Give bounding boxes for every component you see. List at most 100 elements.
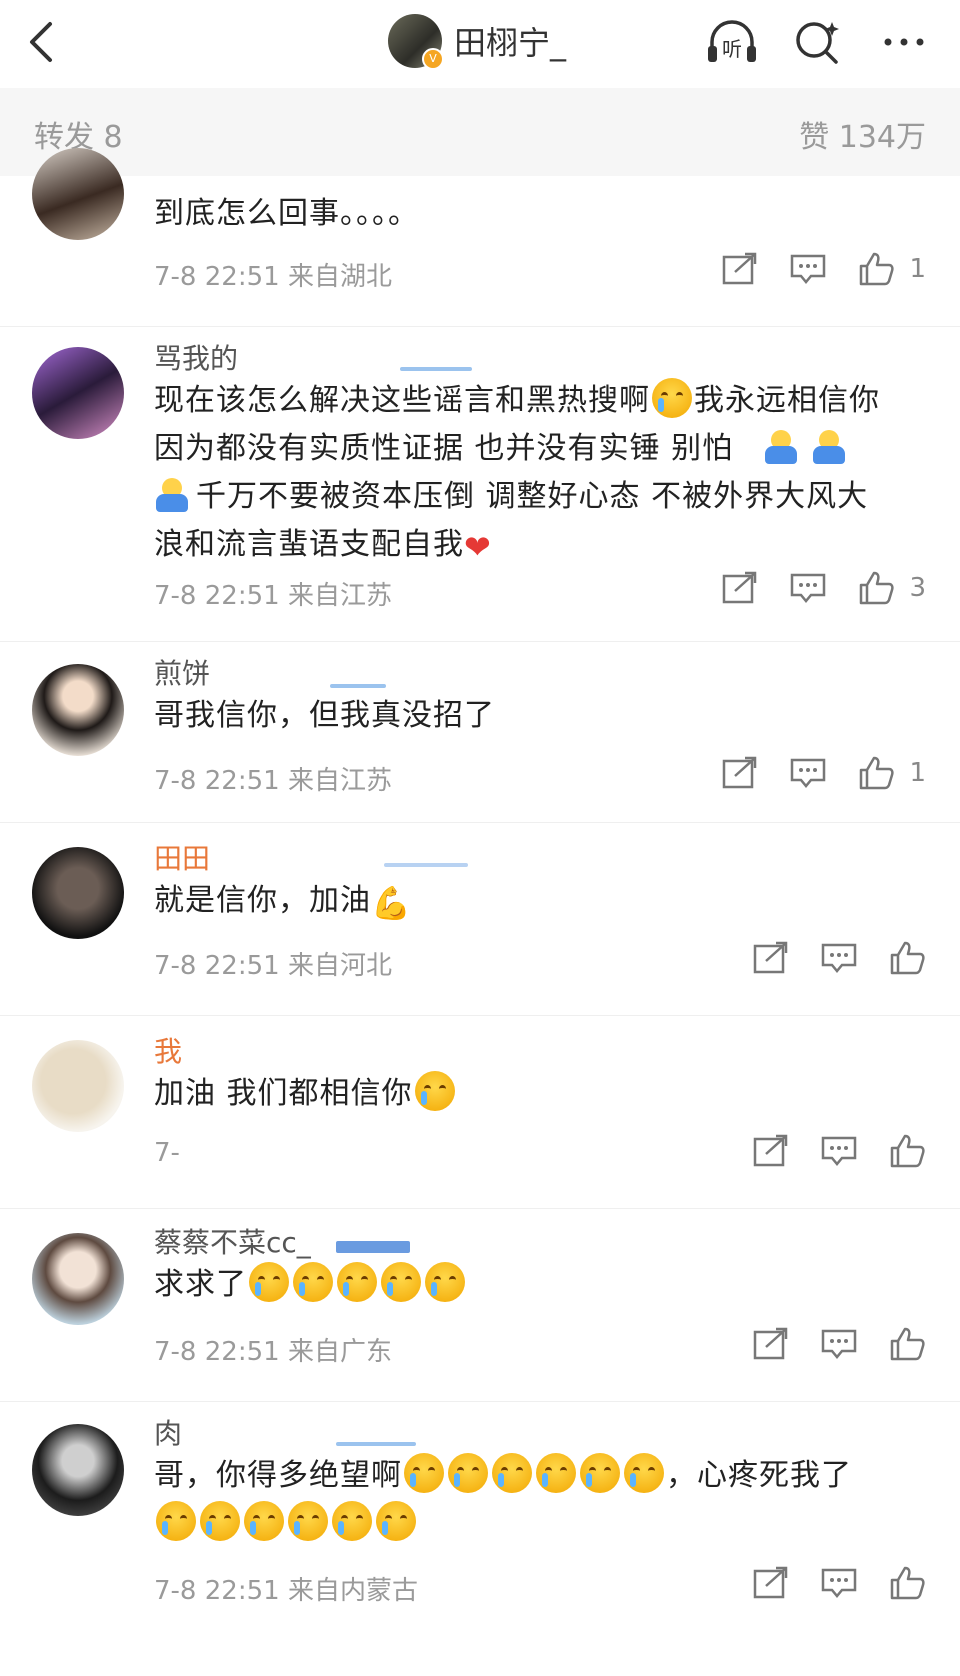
avatar[interactable] — [32, 347, 124, 439]
comment-text-part: 加油 我们都相信你 — [154, 1076, 413, 1111]
avatar[interactable] — [32, 148, 124, 240]
list-item: 肉 哥，你得多绝望啊 ，心疼死我了 7-8 22:51 来自内蒙古 — [0, 1402, 960, 1642]
comment-text-part: 求求了 — [154, 1267, 247, 1302]
crying-emoji-icon — [337, 1262, 377, 1302]
share-icon[interactable] — [721, 756, 759, 790]
reply-icon[interactable] — [789, 571, 827, 605]
list-item: 到底怎么回事。。。。 7-8 22:51 来自湖北 1 — [0, 148, 960, 327]
crying-emoji-icon — [624, 1453, 664, 1493]
share-icon[interactable] — [721, 252, 759, 286]
search-icon[interactable] — [790, 16, 846, 68]
reply-icon[interactable] — [820, 1134, 858, 1168]
comment-text-part: ，心疼死我了 — [666, 1458, 852, 1493]
stats-bar: 转发 8 赞 134万 — [0, 88, 960, 176]
avatar[interactable] — [32, 664, 124, 756]
comment-username[interactable]: 肉 — [154, 1416, 928, 1452]
like-icon[interactable] — [888, 1566, 926, 1600]
header-user[interactable]: V 田栩宁_ — [388, 14, 566, 70]
comment-location: 来自江苏 — [287, 581, 392, 611]
list-item: 煎饼 哥我信你，但我真没招了 7-8 22:51 来自江苏 1 — [0, 642, 960, 823]
like-icon[interactable] — [888, 1134, 926, 1168]
share-icon[interactable] — [752, 1566, 790, 1600]
reply-icon[interactable] — [820, 1566, 858, 1600]
crying-emoji-icon — [332, 1501, 372, 1541]
comment-text: 哥我信你，但我真没招了 — [154, 698, 495, 733]
crying-emoji-icon — [580, 1453, 620, 1493]
chevron-left-icon[interactable] — [22, 18, 62, 66]
comment-location: 来自广东 — [287, 1337, 392, 1367]
share-icon[interactable] — [752, 1134, 790, 1168]
comment-list: 到底怎么回事。。。。 7-8 22:51 来自湖北 1 骂我的 现在该怎么解决这… — [0, 148, 960, 1642]
reply-icon[interactable] — [820, 1327, 858, 1361]
avatar[interactable] — [32, 1040, 124, 1132]
comment-username[interactable]: 煎饼 — [154, 656, 928, 692]
like-count: 3 — [909, 573, 926, 603]
crying-emoji-icon — [381, 1262, 421, 1302]
crying-emoji-icon — [200, 1501, 240, 1541]
like-icon[interactable] — [888, 941, 926, 975]
avatar[interactable] — [32, 1233, 124, 1325]
comment-username[interactable]: 骂我的 — [154, 341, 928, 377]
like-icon[interactable] — [888, 1327, 926, 1361]
comment-username[interactable]: 田田 — [154, 841, 928, 877]
top-bar: V 田栩宁_ 听 — [0, 0, 960, 86]
hug-emoji-icon — [811, 430, 847, 466]
comment-time: 7-8 22:51 — [154, 766, 280, 796]
like-icon[interactable] — [857, 252, 895, 286]
reply-icon[interactable] — [789, 252, 827, 286]
share-icon[interactable] — [721, 571, 759, 605]
crying-emoji-icon — [293, 1262, 333, 1302]
listen-label: 听 — [722, 37, 742, 61]
hug-emoji-icon — [154, 478, 190, 514]
reply-icon[interactable] — [820, 941, 858, 975]
crying-emoji-icon — [448, 1453, 488, 1493]
comment-text-part: 浪和流言蜚语支配自我 — [154, 527, 464, 562]
like-count: 1 — [909, 758, 926, 788]
comment-time: 7-8 22:51 — [154, 262, 280, 292]
crying-emoji-icon — [376, 1501, 416, 1541]
comment-text: 求求了 — [154, 1261, 928, 1309]
crying-emoji-icon — [536, 1453, 576, 1493]
comment-text: 现在该怎么解决这些谣言和黑热搜啊 我永远相信你 因为都没有实质性证据 也并没有实锤… — [154, 377, 928, 571]
like-icon[interactable] — [857, 756, 895, 790]
comment-username[interactable]: 我 — [154, 1034, 928, 1070]
crying-emoji-icon — [404, 1453, 444, 1493]
comment-location: 来自河北 — [287, 951, 392, 981]
comment-text-part: 现在该怎么解决这些谣言和黑热搜啊 — [154, 383, 650, 418]
list-item: 骂我的 现在该怎么解决这些谣言和黑热搜啊 我永远相信你 因为都没有实质性证据 也并… — [0, 327, 960, 642]
comment-text: 哥，你得多绝望啊 ，心疼死我了 — [154, 1452, 928, 1548]
crying-emoji-icon — [414, 1071, 455, 1111]
crying-emoji-icon — [249, 1262, 289, 1302]
comment-location: 来自江苏 — [287, 766, 392, 796]
verified-badge-icon: V — [422, 48, 444, 70]
avatar[interactable] — [32, 847, 124, 939]
list-item: 蔡蔡不菜cc_ 求求了 7-8 22:51 来自广东 — [0, 1209, 960, 1402]
like-total[interactable]: 赞 134万 — [799, 112, 926, 156]
avatar[interactable]: V — [388, 14, 444, 70]
comment-time: 7- — [154, 1138, 180, 1168]
comment-time: 7-8 22:51 — [154, 1337, 280, 1367]
comment-text-part: 我永远相信你 — [694, 383, 880, 418]
avatar[interactable] — [32, 1424, 124, 1516]
crying-emoji-icon — [425, 1262, 465, 1302]
comment-username[interactable]: 蔡蔡不菜cc_ — [154, 1225, 928, 1261]
comment-location: 来自内蒙古 — [287, 1576, 418, 1606]
share-icon[interactable] — [752, 1327, 790, 1361]
hug-emoji-icon — [763, 430, 799, 466]
crying-emoji-icon — [156, 1501, 196, 1541]
like-count: 1 — [909, 254, 926, 284]
more-icon[interactable] — [876, 16, 932, 68]
like-icon[interactable] — [857, 571, 895, 605]
comment-text: 加油 我们都相信你 — [154, 1070, 928, 1118]
comment-text-part: 哥，你得多绝望啊 — [154, 1458, 402, 1493]
list-item: 我 加油 我们都相信你 7- — [0, 1016, 960, 1209]
listen-icon[interactable]: 听 — [704, 16, 760, 68]
comment-text: 就是信你，加油💪 — [154, 877, 928, 927]
share-icon[interactable] — [752, 941, 790, 975]
list-item: 田田 就是信你，加油💪 7-8 22:51 来自河北 — [0, 823, 960, 1016]
comment-time: 7-8 22:51 — [154, 1576, 280, 1606]
comment-location: 来自湖北 — [287, 262, 392, 292]
crying-emoji-icon — [288, 1501, 328, 1541]
reply-icon[interactable] — [789, 756, 827, 790]
comment-time: 7-8 22:51 — [154, 581, 280, 611]
